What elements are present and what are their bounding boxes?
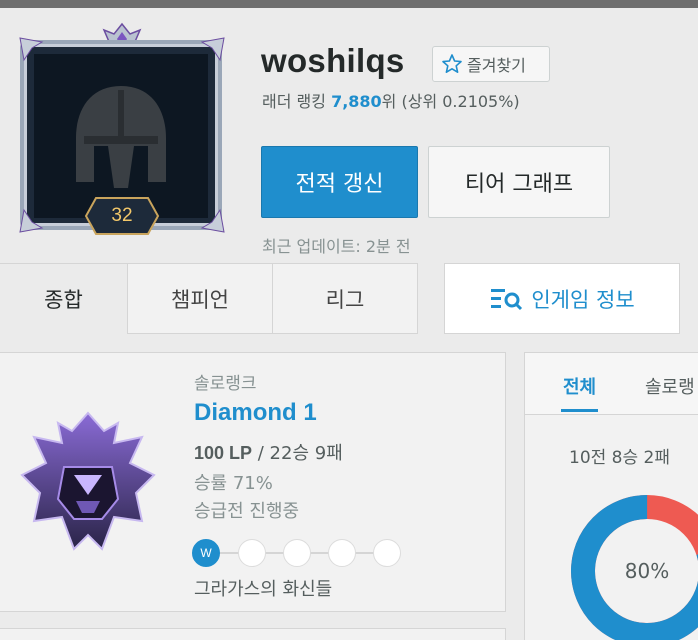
favorite-label: 즐겨찾기 (467, 56, 526, 75)
frame-corner-icon (200, 208, 225, 233)
series-game-3 (283, 539, 311, 567)
ladder-rank: 7,880 (331, 92, 382, 111)
win-loss-record: / 22승 9패 (252, 443, 343, 464)
level-badge: 32 (84, 196, 160, 236)
main-tabs: 종합 챔피언 리그 (0, 263, 418, 334)
star-icon (442, 54, 462, 73)
recent-summary: 10전 8승 2패 (569, 448, 670, 468)
recent-games-panel: 전체 솔로랭 10전 8승 2패 80% (524, 352, 698, 640)
tab-overview[interactable]: 종합 (0, 263, 128, 334)
ingame-label: 인게임 정보 (531, 287, 635, 312)
queue-type: 솔로랭크 (194, 374, 257, 394)
winrate-label: 80% (624, 559, 670, 583)
last-update: 최근 업데이트: 2분 전 (262, 237, 411, 256)
series-game-4 (328, 539, 356, 567)
diamond-emblem-icon (20, 411, 156, 551)
recent-tabs: 전체 솔로랭 (525, 353, 698, 415)
ladder-prefix: 래더 랭킹 (262, 92, 332, 111)
frame-corner-icon (200, 37, 225, 62)
league-name: 그라가스의 화신들 (194, 579, 333, 600)
win-rate: 승률 71% (194, 473, 273, 494)
ladder-suffix: 위 (상위 0.2105%) (381, 92, 520, 111)
profile-portrait (34, 54, 208, 218)
series-game-1: W (192, 539, 220, 567)
league-points: 100 LP (194, 443, 253, 463)
tab-champions[interactable]: 챔피언 (128, 263, 273, 334)
series-game-5 (373, 539, 401, 567)
favorite-button[interactable]: 즐겨찾기 (432, 46, 550, 82)
next-card (0, 628, 506, 640)
helmet-icon (76, 86, 166, 188)
top-bar (0, 0, 698, 8)
renew-button[interactable]: 전적 갱신 (261, 146, 418, 218)
tab-league[interactable]: 리그 (273, 263, 418, 334)
ladder-ranking: 래더 랭킹 7,880위 (상위 0.2105%) (262, 88, 520, 112)
promo-status: 승급전 진행중 (194, 501, 300, 522)
solo-rank-card: 솔로랭크 Diamond 1 100 LP / 22승 9패 승률 71% 승급… (0, 352, 506, 612)
level-value: 32 (111, 205, 133, 226)
tier-name: Diamond 1 (194, 399, 317, 426)
series-game-2 (238, 539, 266, 567)
lp-record: 100 LP / 22승 9패 (194, 439, 343, 465)
promo-series: W (192, 539, 404, 567)
tier-graph-button[interactable]: 티어 그래프 (428, 146, 610, 218)
frame-corner-icon (19, 208, 44, 233)
recent-tab-solo[interactable]: 솔로랭 (645, 373, 695, 399)
summoner-name: woshilqs (261, 42, 405, 79)
tab-ingame[interactable]: 인게임 정보 (444, 263, 680, 334)
recent-tab-all[interactable]: 전체 (560, 373, 599, 412)
search-list-icon (491, 288, 523, 310)
frame-corner-icon (19, 37, 44, 62)
